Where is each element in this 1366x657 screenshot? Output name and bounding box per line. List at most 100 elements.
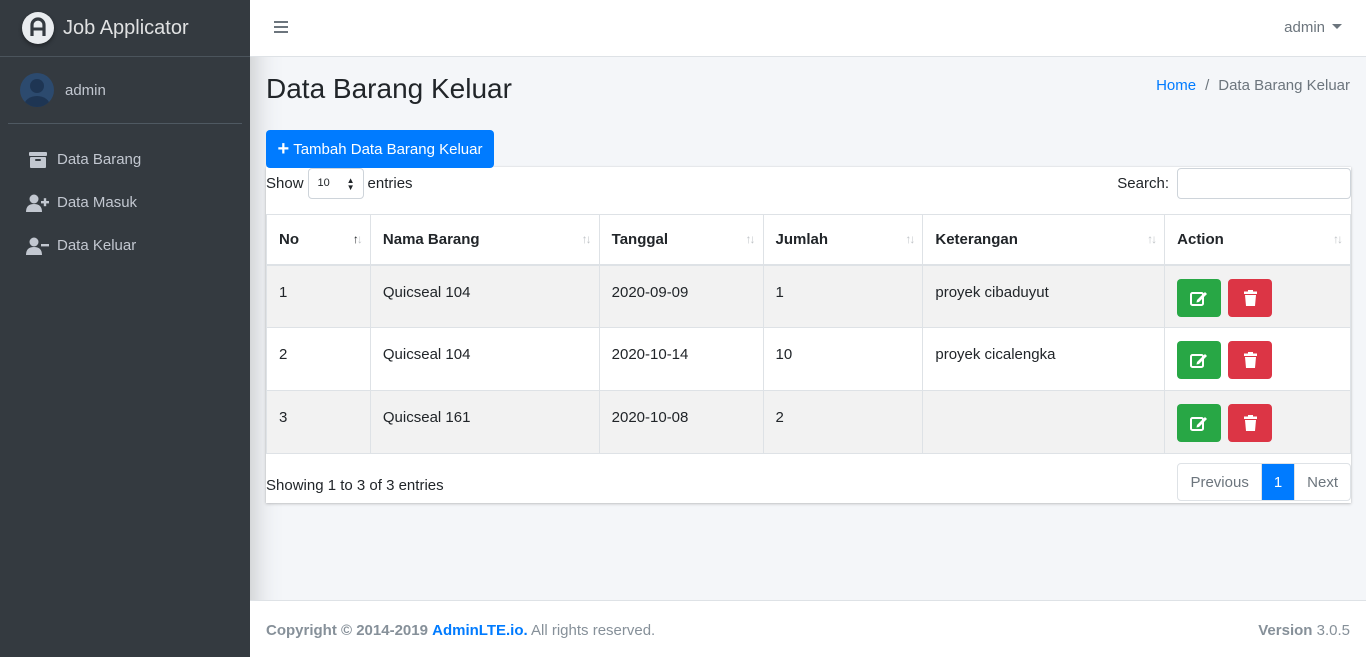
brand-title: Job Applicator [63, 16, 189, 39]
cell-no: 3 [266, 390, 371, 454]
page-title: Data Barang Keluar [266, 73, 512, 104]
cell-jumlah: 2 [762, 390, 924, 454]
sort-icon: ↑↓ [352, 232, 363, 246]
sidebar-item-data-barang[interactable]: Data Barang [0, 138, 250, 181]
brand-logo-icon [22, 12, 54, 44]
cell-no: 1 [266, 264, 371, 328]
user-dropdown-label: admin [1284, 19, 1325, 36]
main-sidebar: Job Applicator admin Data Barang Data Ma… [0, 0, 250, 657]
cell-keterangan: proyek cicalengka [922, 327, 1166, 391]
sidebar-item-label: Data Keluar [57, 237, 137, 254]
pagination: Previous 1 Next [1177, 463, 1351, 501]
add-data-button[interactable]: + Tambah Data Barang Keluar [266, 130, 494, 168]
entries-label: entries [367, 174, 413, 192]
table-row: 3 Quicseal 161 2020-10-08 2 [266, 390, 1351, 454]
breadcrumb-current: Data Barang Keluar [1218, 77, 1350, 94]
sidebar-item-data-keluar[interactable]: Data Keluar [0, 224, 250, 267]
main-footer: Copyright © 2014-2019 AdminLTE.io. All r… [250, 600, 1366, 657]
column-header-tanggal[interactable]: Tanggal ↑↓ [598, 214, 764, 266]
menu-toggle-icon[interactable] [274, 21, 288, 36]
breadcrumb-home-link[interactable]: Home [1156, 77, 1196, 94]
sort-icon: ↑↓ [745, 232, 756, 246]
cell-no: 2 [266, 327, 371, 391]
column-header-nama-barang[interactable]: Nama Barang ↑↓ [369, 214, 600, 266]
select-arrows-icon: ▲ ▼ [346, 175, 355, 192]
cell-tanggal: 2020-10-08 [598, 390, 764, 454]
cell-action [1164, 390, 1351, 454]
cell-jumlah: 10 [762, 327, 924, 391]
avatar [20, 73, 54, 107]
pagination-next[interactable]: Next [1294, 464, 1350, 500]
search-control: Search: [1117, 168, 1351, 199]
delete-button[interactable] [1228, 341, 1273, 379]
cell-nama-barang: Quicseal 161 [369, 390, 600, 454]
cell-keterangan: proyek cibaduyut [922, 264, 1166, 328]
sort-icon: ↑↓ [1333, 232, 1343, 246]
cell-nama-barang: Quicseal 104 [369, 264, 600, 328]
cell-keterangan [922, 390, 1166, 454]
version-number: 3.0.5 [1316, 622, 1350, 639]
brand-link[interactable]: Job Applicator [0, 0, 250, 57]
footer-version: Version 3.0.5 [1258, 622, 1350, 639]
user-plus-icon [26, 194, 50, 212]
sidebar-nav: Data Barang Data Masuk Data Keluar [0, 138, 250, 267]
cell-tanggal: 2020-09-09 [598, 264, 764, 328]
user-dropdown[interactable]: admin [1284, 19, 1342, 36]
edit-icon [1190, 291, 1208, 306]
edit-button[interactable] [1177, 404, 1222, 442]
cell-action [1164, 264, 1351, 328]
breadcrumb-separator: / [1205, 77, 1210, 94]
sidebar-item-data-masuk[interactable]: Data Masuk [0, 181, 250, 224]
delete-button[interactable] [1228, 404, 1273, 442]
trash-icon [1243, 352, 1257, 368]
show-label: Show [266, 174, 304, 192]
entries-length-control: Show 10 ▲ ▼ entries [266, 167, 413, 199]
cell-nama-barang: Quicseal 104 [369, 327, 600, 391]
edit-button[interactable] [1177, 341, 1222, 379]
data-table-card: Show 10 ▲ ▼ entries Search: No ↑↓ Nama Bar… [266, 167, 1351, 503]
pagination-previous[interactable]: Previous [1178, 464, 1262, 500]
table-row: 1 Quicseal 104 2020-09-09 1 proyek cibad… [266, 264, 1351, 328]
delete-button[interactable] [1228, 278, 1273, 317]
data-table: No ↑↓ Nama Barang ↑↓ Tanggal ↑↓ Jumlah ↑↓ Ke… [266, 214, 1351, 454]
edit-button[interactable] [1177, 278, 1222, 317]
sort-icon: ↑↓ [581, 232, 592, 246]
search-input[interactable] [1177, 168, 1351, 199]
rights-text: All rights reserved. [531, 622, 656, 639]
cell-action [1164, 327, 1351, 391]
entries-select-value: 10 [317, 177, 330, 189]
edit-icon [1190, 354, 1208, 368]
user-minus-icon [26, 237, 50, 255]
footer-copyright: Copyright © 2014-2019 AdminLTE.io. All r… [266, 622, 655, 639]
table-header-row: No ↑↓ Nama Barang ↑↓ Tanggal ↑↓ Jumlah ↑↓ Ke… [266, 214, 1351, 266]
version-label: Version [1258, 622, 1313, 639]
entries-select[interactable]: 10 ▲ ▼ [307, 167, 364, 199]
plus-icon: + [277, 138, 290, 160]
copyright-text: Copyright © 2014-2019 [266, 622, 428, 639]
search-label: Search: [1117, 175, 1169, 192]
trash-icon [1243, 289, 1257, 306]
caret-down-icon [1332, 24, 1342, 29]
edit-icon [1190, 417, 1208, 431]
add-data-button-label: Tambah Data Barang Keluar [293, 140, 483, 158]
cell-jumlah: 1 [762, 264, 924, 328]
adminlte-link[interactable]: AdminLTE.io. [432, 622, 528, 639]
cell-tanggal: 2020-10-14 [598, 327, 764, 391]
sort-icon: ↑↓ [1147, 232, 1157, 246]
breadcrumb: Home / Data Barang Keluar [1156, 77, 1350, 94]
content-wrapper: Data Barang Keluar Home / Data Barang Ke… [250, 57, 1366, 600]
sidebar-item-label: Data Masuk [57, 194, 138, 211]
top-navbar: admin [250, 0, 1366, 57]
sort-icon: ↑↓ [905, 232, 915, 246]
pagination-page-current[interactable]: 1 [1261, 464, 1295, 500]
archive-icon [26, 151, 50, 168]
column-header-action[interactable]: Action ↑↓ [1164, 214, 1351, 266]
column-header-jumlah[interactable]: Jumlah ↑↓ [762, 214, 924, 266]
column-header-keterangan[interactable]: Keterangan ↑↓ [922, 214, 1166, 266]
sidebar-item-label: Data Barang [57, 151, 142, 168]
table-row: 2 Quicseal 104 2020-10-14 10 proyek cica… [266, 327, 1351, 391]
trash-icon [1243, 415, 1257, 431]
table-info: Showing 1 to 3 of 3 entries [266, 477, 444, 494]
column-header-no[interactable]: No ↑↓ [266, 214, 371, 266]
user-panel[interactable]: admin [8, 57, 242, 124]
